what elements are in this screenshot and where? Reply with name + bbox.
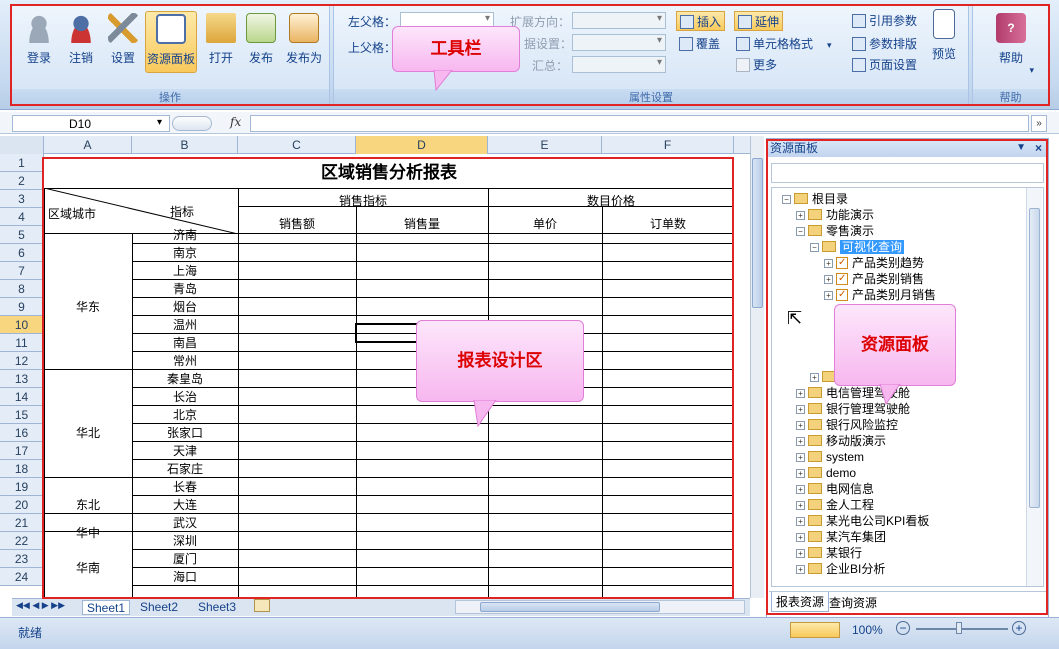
new-sheet-icon[interactable] <box>254 599 270 612</box>
column-headers: A B C D E F <box>0 136 750 154</box>
status-bar: 就绪 100% − + <box>0 617 1059 649</box>
row-header[interactable]: 21 <box>0 514 44 532</box>
mouse-cursor-icon: ⇱ <box>787 308 803 328</box>
sheet-tab-1[interactable]: Sheet1 <box>82 600 131 615</box>
formula-input[interactable] <box>250 115 1029 132</box>
sheet-tab-2[interactable]: Sheet2 <box>140 600 178 615</box>
resource-panel-callout-tail <box>879 384 901 406</box>
col-header-b[interactable]: B <box>132 136 238 154</box>
col-header-e[interactable]: E <box>488 136 602 154</box>
col-header-d[interactable]: D <box>356 136 488 154</box>
zoom-out-icon[interactable]: − <box>896 621 910 635</box>
row-header[interactable]: 5 <box>0 226 44 244</box>
row-header[interactable]: 13 <box>0 370 44 388</box>
row-header[interactable]: 9 <box>0 298 44 316</box>
zoom-slider-thumb[interactable] <box>956 622 962 634</box>
row-header[interactable]: 23 <box>0 550 44 568</box>
status-ready: 就绪 <box>18 626 43 640</box>
zoom-level[interactable]: 100% <box>852 623 883 637</box>
name-box[interactable]: D10 ▾ <box>12 115 170 132</box>
h-scroll-thumb[interactable] <box>480 602 660 612</box>
row-header[interactable]: 12 <box>0 352 44 370</box>
row-header[interactable]: 7 <box>0 262 44 280</box>
col-header-c[interactable]: C <box>238 136 356 154</box>
function-icon[interactable]: fx <box>230 115 241 129</box>
row-header[interactable]: 17 <box>0 442 44 460</box>
select-all-corner[interactable] <box>0 136 44 154</box>
formula-round-button[interactable] <box>172 116 212 131</box>
sheet-horizontal-scrollbar[interactable] <box>455 600 745 614</box>
resource-panel-callout: 资源面板 <box>834 304 956 386</box>
col-header-a[interactable]: A <box>44 136 132 154</box>
row-header[interactable]: 18 <box>0 460 44 478</box>
toolbar-callout: 工具栏 <box>392 26 520 72</box>
row-header[interactable]: 11 <box>0 334 44 352</box>
row-header[interactable]: 3 <box>0 190 44 208</box>
row-header[interactable]: 4 <box>0 208 44 226</box>
chevron-down-icon[interactable]: ▾ <box>157 117 162 128</box>
scroll-thumb[interactable] <box>752 158 763 308</box>
row-header[interactable]: 1 <box>0 154 44 172</box>
sheet-nav-icons[interactable]: ◀◀ ◀ ▶ ▶▶ <box>16 600 65 611</box>
row-header[interactable]: 19 <box>0 478 44 496</box>
view-buttons[interactable] <box>790 622 840 638</box>
design-area-callout-tail <box>473 400 497 428</box>
formula-expand-icon[interactable]: » <box>1031 115 1047 132</box>
row-header[interactable]: 15 <box>0 406 44 424</box>
row-header[interactable]: 16 <box>0 424 44 442</box>
row-header[interactable]: 14 <box>0 388 44 406</box>
row-header[interactable]: 24 <box>0 568 44 586</box>
row-header[interactable]: 2 <box>0 172 44 190</box>
sheet-vertical-scrollbar[interactable] <box>750 136 764 598</box>
toolbar-callout-tail <box>433 70 453 92</box>
row-header[interactable]: 20 <box>0 496 44 514</box>
toolbar-highlight-box <box>10 4 1050 106</box>
row-header[interactable]: 6 <box>0 244 44 262</box>
row-header[interactable]: 22 <box>0 532 44 550</box>
design-area-highlight-box <box>42 157 734 599</box>
design-area-callout: 报表设计区 <box>416 320 584 402</box>
sheet-tab-3[interactable]: Sheet3 <box>198 600 236 615</box>
row-header[interactable]: 10 <box>0 316 44 334</box>
zoom-slider[interactable] <box>916 628 1008 630</box>
row-header[interactable]: 8 <box>0 280 44 298</box>
col-header-f[interactable]: F <box>602 136 734 154</box>
zoom-in-icon[interactable]: + <box>1012 621 1026 635</box>
